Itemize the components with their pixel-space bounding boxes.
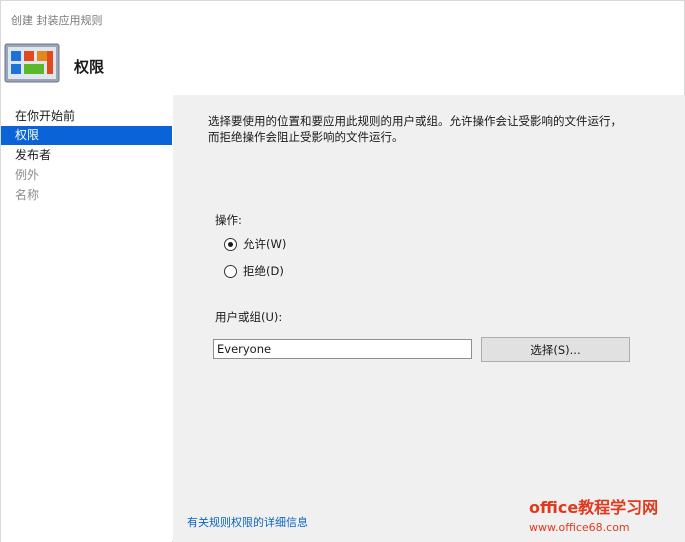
window-title: 创建 封装应用规则 [11, 14, 103, 27]
wizard-sidebar: 在你开始前 权限 发布者 例外 名称 [1, 95, 172, 542]
watermark-line-2: www.office68.com [529, 521, 630, 534]
deny-radio-label: 拒绝(D) [243, 264, 284, 278]
watermark-line-1: office教程学习网 [529, 498, 659, 517]
sidebar-item-before-you-begin[interactable]: 在你开始前 [1, 107, 172, 126]
more-info-link[interactable]: 有关规则权限的详细信息 [187, 514, 308, 530]
action-label: 操作: [215, 213, 242, 227]
description-text: 选择要使用的位置和要应用此规则的用户或组。允许操作会让受影响的文件运行， 而拒绝… [208, 113, 648, 145]
deny-radio[interactable] [224, 264, 237, 278]
content-panel: 选择要使用的位置和要应用此规则的用户或组。允许操作会让受影响的文件运行， 而拒绝… [173, 95, 685, 542]
user-or-group-label: 用户或组(U): [215, 310, 283, 324]
title-bar: 创建 封装应用规则 [1, 1, 685, 37]
page-header: 权限 [1, 37, 685, 95]
select-button[interactable]: 选择(S)... [481, 337, 630, 362]
description-line-1: 选择要使用的位置和要应用此规则的用户或组。允许操作会让受影响的文件运行， [208, 114, 622, 128]
dialog-window: 创建 封装应用规则 权限 在你开始前 权限 发布者 例外 名称 选择要使用的位置… [0, 0, 685, 542]
watermark-logo: office教程学习网 www.office68.com [529, 494, 679, 534]
app-rule-icon [4, 43, 60, 83]
sidebar-item-publisher[interactable]: 发布者 [1, 146, 172, 165]
allow-radio-option[interactable]: 允许(W) [224, 236, 286, 252]
deny-radio-option[interactable]: 拒绝(D) [224, 263, 284, 279]
sidebar-item-exceptions: 例外 [15, 168, 40, 182]
description-line-2: 而拒绝操作会阻止受影响的文件运行。 [208, 130, 404, 144]
allow-radio-label: 允许(W) [243, 237, 287, 251]
page-title: 权限 [74, 58, 105, 76]
sidebar-item-name: 名称 [15, 188, 40, 202]
user-or-group-input[interactable] [213, 339, 472, 359]
sidebar-item-permissions[interactable]: 权限 [1, 126, 172, 145]
allow-radio[interactable] [224, 237, 237, 251]
